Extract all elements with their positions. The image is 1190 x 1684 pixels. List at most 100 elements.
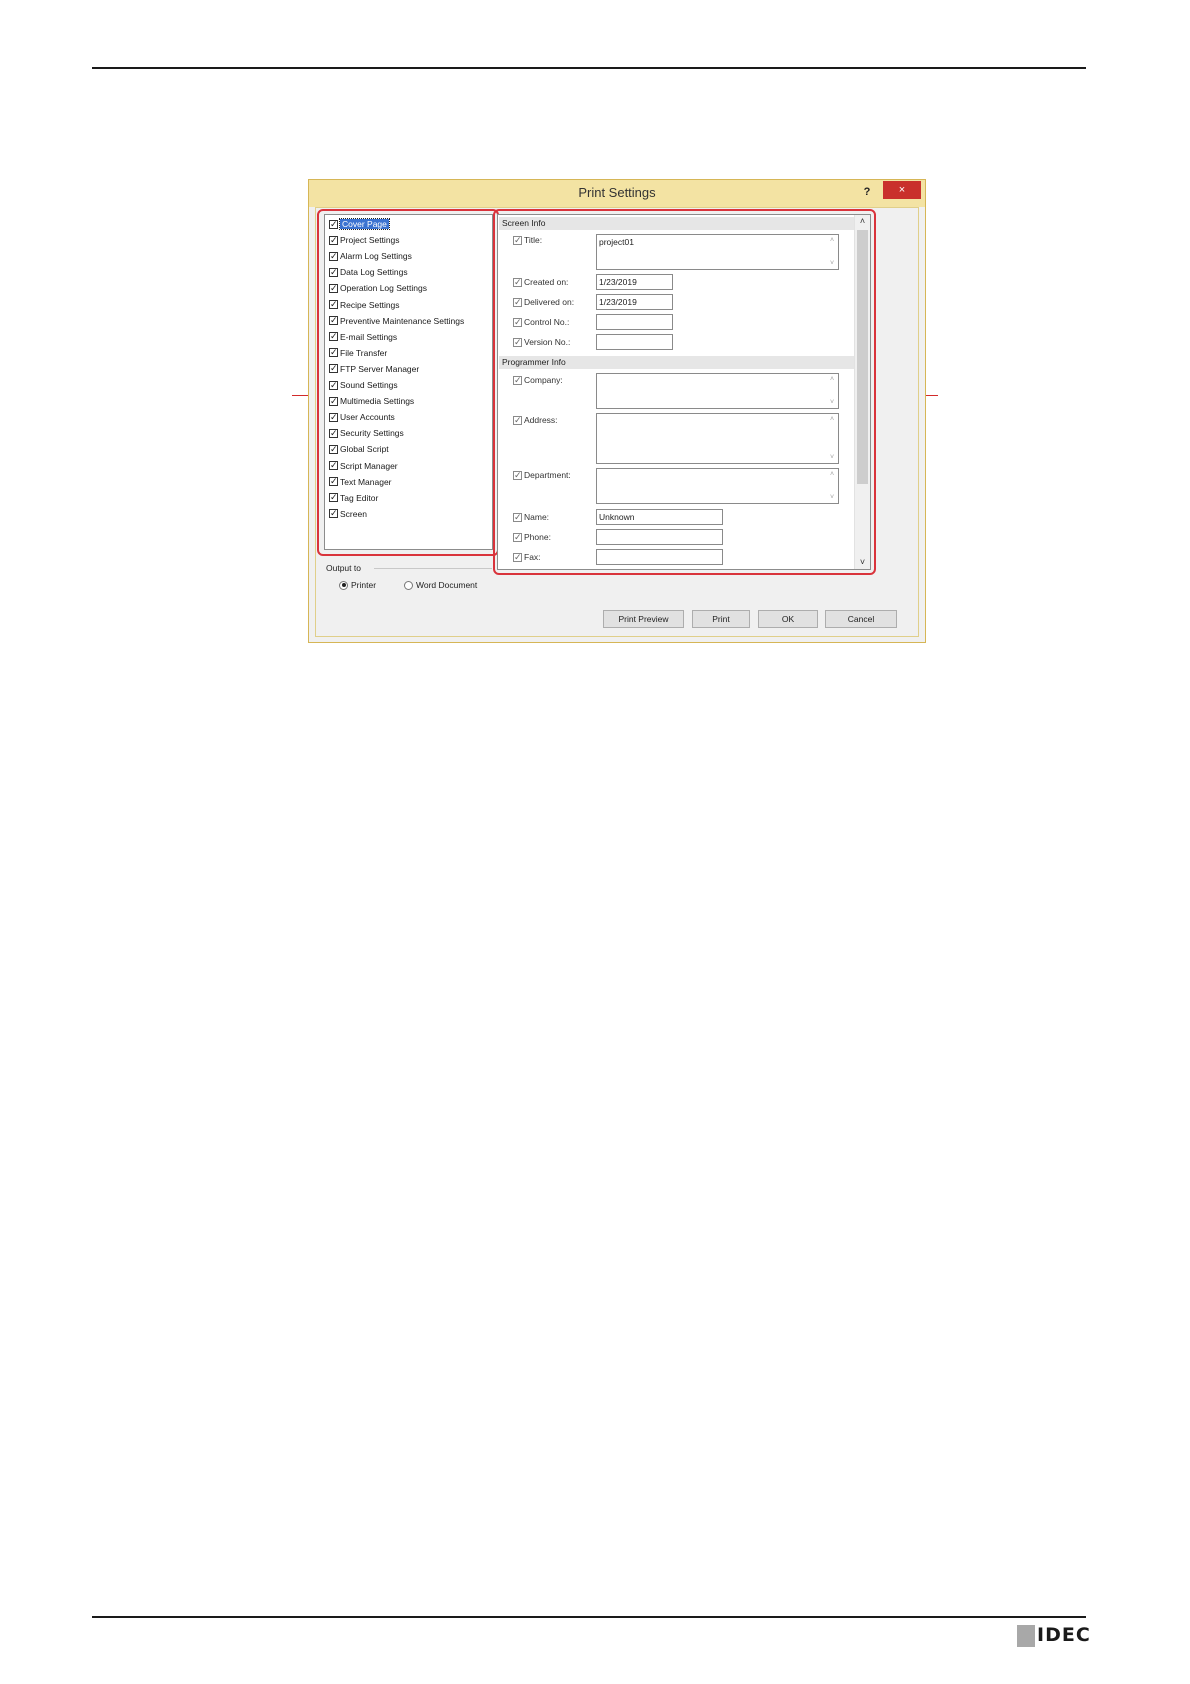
list-item[interactable]: ✓ Recipe Settings — [329, 297, 400, 313]
phone-input[interactable] — [596, 529, 723, 545]
item-checkbox[interactable]: ✓ — [329, 251, 338, 261]
list-item[interactable]: ✓ Project Settings — [329, 232, 400, 248]
help-button[interactable]: ? — [857, 183, 877, 201]
list-item[interactable]: ✓ Script Manager — [329, 458, 398, 474]
item-checkbox[interactable]: ✓ — [329, 300, 338, 309]
list-item[interactable]: ✓ Global Script — [329, 441, 389, 457]
title-field-label[interactable]: ✓ Title: — [513, 234, 542, 246]
item-checkbox[interactable]: ✓ — [329, 396, 338, 406]
fax-checkbox[interactable]: ✓ — [513, 552, 522, 562]
print-items-list[interactable]: ✓ Cover Page ✓ Project Settings ✓ Alarm Log S… — [324, 214, 493, 550]
control-no-input[interactable] — [596, 314, 673, 330]
control-no-checkbox[interactable]: ✓ — [513, 317, 522, 327]
title-checkbox[interactable]: ✓ — [513, 235, 522, 245]
department-textarea[interactable]: ˄ ˅ — [596, 468, 839, 504]
phone-field-label[interactable]: ✓ Phone: — [513, 531, 551, 543]
list-item[interactable]: ✓ User Accounts — [329, 409, 395, 425]
item-checkbox[interactable]: ✓ — [329, 412, 338, 422]
list-item[interactable]: ✓ Cover Page — [329, 216, 390, 232]
item-checkbox[interactable]: ✓ — [329, 332, 338, 342]
scroll-up-icon[interactable]: ˄ — [830, 237, 834, 244]
item-checkbox[interactable]: ✓ — [329, 267, 338, 277]
address-checkbox[interactable]: ✓ — [513, 415, 522, 425]
list-item[interactable]: ✓ Operation Log Settings — [329, 280, 427, 296]
item-checkbox[interactable]: ✓ — [329, 235, 338, 245]
cancel-button[interactable]: Cancel — [825, 610, 897, 628]
name-checkbox[interactable]: ✓ — [513, 512, 522, 522]
address-textarea[interactable]: ˄ ˅ — [596, 413, 839, 464]
department-textarea-scroll[interactable]: ˄ ˅ — [828, 471, 836, 501]
item-checkbox[interactable]: ✓ — [329, 348, 338, 358]
print-button[interactable]: Print — [692, 610, 750, 628]
list-item[interactable]: ✓ Text Manager — [329, 474, 392, 490]
version-no-field-label[interactable]: ✓ Version No.: — [513, 336, 570, 348]
output-to-label: Output to — [326, 563, 361, 573]
list-item[interactable]: ✓ Alarm Log Settings — [329, 248, 412, 264]
scroll-down-icon[interactable]: ˅ — [830, 399, 834, 406]
list-item[interactable]: ✓ File Transfer — [329, 345, 387, 361]
name-field-label[interactable]: ✓ Name: — [513, 511, 549, 523]
list-item[interactable]: ✓ E-mail Settings — [329, 329, 397, 345]
company-checkbox[interactable]: ✓ — [513, 375, 522, 385]
fax-field-label[interactable]: ✓ Fax: — [513, 551, 541, 563]
department-checkbox[interactable]: ✓ — [513, 470, 522, 480]
item-checkbox[interactable]: ✓ — [329, 493, 338, 503]
delivered-on-field-label[interactable]: ✓ Delivered on: — [513, 296, 574, 308]
scroll-down-icon[interactable]: ˅ — [830, 260, 834, 267]
scroll-up-arrow-icon[interactable]: ˄ — [855, 215, 870, 228]
scroll-up-icon[interactable]: ˄ — [830, 376, 834, 383]
item-checkbox[interactable]: ✓ — [329, 364, 338, 374]
list-item[interactable]: ✓ Tag Editor — [329, 490, 378, 506]
print-preview-button[interactable]: Print Preview — [603, 610, 684, 628]
company-textarea-scroll[interactable]: ˄ ˅ — [828, 376, 836, 406]
title-textarea-scroll[interactable]: ˄ ˅ — [828, 237, 836, 267]
item-checkbox[interactable]: ✓ — [329, 428, 338, 438]
list-item[interactable]: ✓ Screen — [329, 506, 367, 522]
phone-checkbox[interactable]: ✓ — [513, 532, 522, 542]
company-textarea[interactable]: ˄ ˅ — [596, 373, 839, 409]
word-document-radio[interactable]: Word Document — [404, 580, 477, 590]
scroll-down-icon[interactable]: ˅ — [830, 454, 834, 461]
item-checkbox[interactable]: ✓ — [329, 219, 338, 229]
scroll-up-icon[interactable]: ˄ — [830, 416, 834, 423]
word-document-radio-button[interactable] — [404, 580, 413, 590]
list-item[interactable]: ✓ Sound Settings — [329, 377, 398, 393]
created-on-field-label[interactable]: ✓ Created on: — [513, 276, 568, 288]
address-field-label[interactable]: ✓ Address: — [513, 414, 558, 426]
version-no-input[interactable] — [596, 334, 673, 350]
control-no-field-label[interactable]: ✓ Control No.: — [513, 316, 569, 328]
list-item[interactable]: ✓ Data Log Settings — [329, 264, 408, 280]
created-on-input[interactable]: 1/23/2019 — [596, 274, 673, 290]
item-checkbox[interactable]: ✓ — [329, 477, 338, 487]
ok-button[interactable]: OK — [758, 610, 818, 628]
delivered-on-checkbox[interactable]: ✓ — [513, 297, 522, 307]
scroll-down-icon[interactable]: ˅ — [830, 494, 834, 501]
scroll-up-icon[interactable]: ˄ — [830, 471, 834, 478]
item-checkbox[interactable]: ✓ — [329, 509, 338, 519]
created-on-checkbox[interactable]: ✓ — [513, 277, 522, 287]
company-field-label[interactable]: ✓ Company: — [513, 374, 563, 386]
delivered-on-input[interactable]: 1/23/2019 — [596, 294, 673, 310]
list-item[interactable]: ✓ Multimedia Settings — [329, 393, 414, 409]
item-checkbox[interactable]: ✓ — [329, 283, 338, 293]
scroll-down-arrow-icon[interactable]: ˅ — [855, 556, 870, 569]
item-checkbox[interactable]: ✓ — [329, 461, 338, 470]
fax-input[interactable] — [596, 549, 723, 565]
list-item[interactable]: ✓ Security Settings — [329, 425, 404, 441]
name-input[interactable]: Unknown — [596, 509, 723, 525]
printer-radio[interactable]: Printer — [339, 580, 376, 590]
printer-radio-button[interactable] — [339, 580, 348, 590]
scrollbar-thumb[interactable] — [857, 230, 868, 484]
item-checkbox[interactable]: ✓ — [329, 380, 338, 390]
item-checkbox[interactable]: ✓ — [329, 316, 338, 326]
item-checkbox[interactable]: ✓ — [329, 444, 338, 454]
close-button[interactable]: × — [883, 181, 921, 199]
version-no-checkbox[interactable]: ✓ — [513, 337, 522, 347]
list-item[interactable]: ✓ Preventive Maintenance Settings — [329, 313, 464, 329]
address-textarea-scroll[interactable]: ˄ ˅ — [828, 416, 836, 461]
list-item[interactable]: ✓ FTP Server Manager — [329, 361, 419, 377]
title-textarea[interactable]: project01 ˄ ˅ — [596, 234, 839, 270]
department-field-label[interactable]: ✓ Department: — [513, 469, 571, 481]
dialog-titlebar[interactable]: Print Settings ? × — [309, 180, 925, 207]
properties-scrollbar[interactable]: ˄ ˅ — [854, 215, 870, 569]
